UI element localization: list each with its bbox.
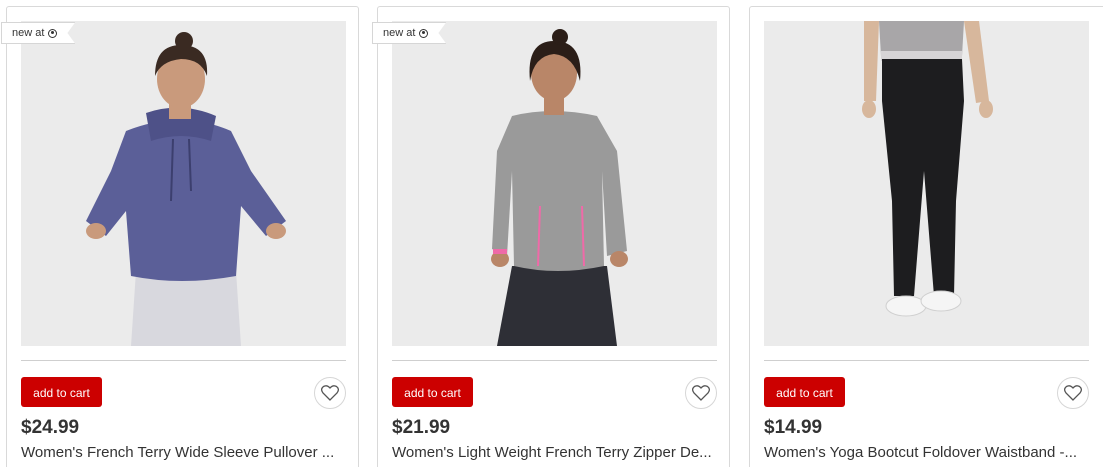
badge-label: new at [12,26,45,39]
product-card[interactable]: new at [377,6,730,467]
heart-icon [692,385,710,401]
product-title[interactable]: Women's Yoga Bootcut Foldover Waistband … [764,444,1094,461]
new-at-badge: new at [372,22,446,44]
product-photo-sweatshirt [392,21,717,346]
product-card[interactable]: new at [6,6,359,467]
product-photo-hoodie [21,21,346,346]
product-photo-yoga-pants [764,21,1089,346]
bullseye-icon [48,29,57,38]
badge-label: new at [383,26,416,39]
heart-icon [1064,385,1082,401]
add-to-cart-button[interactable]: add to cart [392,377,473,407]
product-price: $24.99 [21,417,80,438]
add-to-cart-button[interactable]: add to cart [21,377,102,407]
favorite-button[interactable] [314,377,346,409]
divider [21,360,346,361]
product-price: $14.99 [764,417,823,438]
product-card[interactable]: add to cart $14.99 Women's Yoga Bootcut … [749,6,1103,467]
add-to-cart-button[interactable]: add to cart [764,377,845,407]
product-image[interactable] [392,21,717,346]
product-image[interactable] [21,21,346,346]
product-title[interactable]: Women's French Terry Wide Sleeve Pullove… [21,444,351,461]
bullseye-icon [419,29,428,38]
product-grid: new at add to cart $24.99 Women's French… [0,0,1103,467]
favorite-button[interactable] [1057,377,1089,409]
heart-icon [321,385,339,401]
new-at-badge: new at [1,22,75,44]
favorite-button[interactable] [685,377,717,409]
divider [392,360,717,361]
divider [764,360,1089,361]
product-title[interactable]: Women's Light Weight French Terry Zipper… [392,444,722,461]
product-image[interactable] [764,21,1089,346]
product-price: $21.99 [392,417,451,438]
